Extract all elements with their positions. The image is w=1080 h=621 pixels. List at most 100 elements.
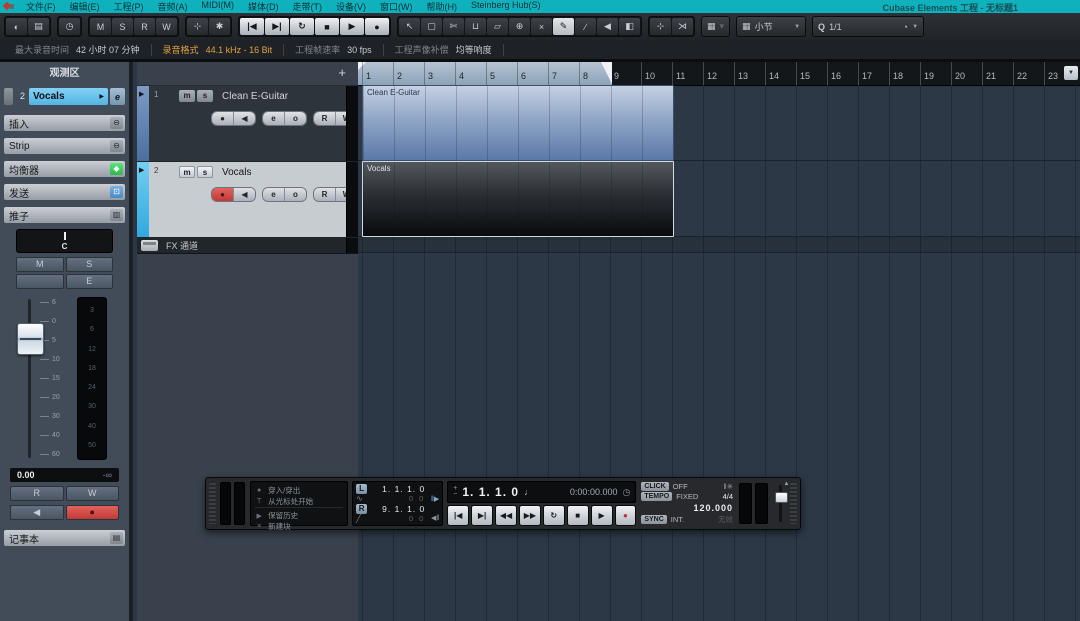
go-to-start-button[interactable]: |◀ bbox=[447, 505, 469, 526]
clock-icon[interactable]: ◷ bbox=[622, 487, 630, 498]
track-record-arm-button[interactable]: ● bbox=[212, 188, 233, 201]
track-monitor-button[interactable]: ◀ bbox=[233, 112, 255, 125]
click-chip[interactable]: CLICK bbox=[641, 482, 668, 491]
menu-item[interactable]: 媒体(D) bbox=[241, 0, 286, 13]
status-item[interactable]: 录音格式 44.1 kHz - 16 Bit bbox=[152, 44, 285, 56]
play-button[interactable]: ▶ bbox=[340, 18, 364, 35]
play-button[interactable]: ▶ bbox=[591, 505, 613, 526]
right-locator-button[interactable]: R bbox=[356, 504, 367, 514]
go-to-previous-marker-button[interactable]: |◀ bbox=[240, 18, 264, 35]
track-channel-button[interactable]: o bbox=[284, 188, 306, 201]
stop-button[interactable]: ■ bbox=[315, 18, 339, 35]
bars-beats-icon[interactable]: ♩ bbox=[524, 487, 533, 497]
menu-item[interactable]: 窗口(W) bbox=[373, 0, 420, 13]
fader-section[interactable]: 推子 ▥ bbox=[4, 207, 125, 223]
track-channel-button[interactable]: o bbox=[284, 112, 306, 125]
forward-button[interactable]: ▶▶ bbox=[519, 505, 541, 526]
automation-state-button[interactable]: M bbox=[90, 18, 111, 35]
draw-tool[interactable]: ✎ bbox=[553, 18, 574, 35]
erase-tool[interactable]: ▱ bbox=[487, 18, 508, 35]
play-tool[interactable]: ◀ bbox=[597, 18, 618, 35]
status-item[interactable]: 工程帧速率 30 fps bbox=[284, 44, 384, 56]
line-tool[interactable]: ∕ bbox=[575, 18, 596, 35]
track-row-clean-e-guitar[interactable]: ▶ 1 m s Clean E-Guitar ● ◀ e o bbox=[137, 86, 358, 162]
write-automation-button[interactable]: W bbox=[66, 486, 120, 501]
menu-item[interactable]: 帮助(H) bbox=[420, 0, 465, 13]
menu-item[interactable]: 文件(F) bbox=[19, 0, 63, 13]
left-locator-button[interactable]: L bbox=[356, 484, 367, 494]
time-signature-value[interactable]: 4/4 bbox=[723, 492, 733, 501]
add-track-button[interactable]: + bbox=[338, 65, 346, 80]
record-button[interactable]: ● bbox=[365, 18, 389, 35]
track-read-button[interactable]: R bbox=[314, 112, 335, 125]
snap-zero-crossing-button[interactable]: ⊹ bbox=[650, 18, 671, 35]
glue-tool[interactable]: ⊔ bbox=[465, 18, 486, 35]
color-tool[interactable]: ◧ bbox=[619, 18, 640, 35]
track-edit-button[interactable]: e bbox=[263, 112, 284, 125]
sends-section[interactable]: 发送 ⊡ bbox=[4, 184, 125, 200]
level-readout[interactable]: 0.00 -∞ bbox=[10, 468, 119, 482]
tempo-row[interactable]: TEMPO FIXED 4/4 bbox=[641, 492, 733, 501]
constrain-delay-compensation-button[interactable]: ◷ bbox=[59, 18, 80, 35]
transport-drag-handle[interactable] bbox=[790, 483, 797, 524]
primary-time-value[interactable]: 1. 1. 1. 0 bbox=[462, 485, 519, 499]
track-row-vocals[interactable]: ▶ 2 m s Vocals ● ◀ e o bbox=[137, 162, 358, 238]
split-tool[interactable]: ✄ bbox=[443, 18, 464, 35]
menu-item[interactable]: 音频(A) bbox=[151, 0, 195, 13]
timeline-ruler[interactable]: 1234567891011121314151617181920212223 ▼ bbox=[358, 62, 1080, 86]
monitor-button[interactable]: ◀ bbox=[10, 505, 64, 520]
record-enable-button[interactable]: ● bbox=[66, 505, 120, 520]
section-state-icon[interactable]: ⊡ bbox=[110, 186, 123, 198]
track-name-field[interactable]: Vocals ▶ bbox=[29, 88, 108, 105]
audio-event-vocals[interactable]: Vocals bbox=[362, 161, 674, 237]
section-state-icon[interactable]: ▥ bbox=[110, 209, 123, 221]
solo-button[interactable]: S bbox=[66, 257, 114, 272]
menu-item[interactable]: 编辑(E) bbox=[63, 0, 107, 13]
status-item[interactable]: 最大录音时间 42 小时 07 分钟 bbox=[4, 44, 152, 56]
pan-control[interactable]: C bbox=[16, 229, 113, 253]
strip-section[interactable]: Strip ⊖ bbox=[4, 138, 125, 154]
transport-bar[interactable]: ● 穿入/穿出 T 从光标处开始 ▶ 保留历史 ≡ 新建块 bbox=[205, 477, 801, 530]
menu-item[interactable]: 设备(V) bbox=[329, 0, 373, 13]
tempo-chip[interactable]: TEMPO bbox=[641, 492, 672, 501]
punch-out-icon[interactable]: ◀‖ bbox=[425, 514, 439, 522]
track-solo-button[interactable]: s bbox=[197, 90, 213, 102]
track-monitor-button[interactable]: ◀ bbox=[233, 188, 255, 201]
left-locator-time[interactable]: 1. 1. 1. 0 bbox=[369, 484, 425, 494]
cycle-button[interactable]: ↻ bbox=[290, 18, 314, 35]
range-selection-tool[interactable]: ▢ bbox=[421, 18, 442, 35]
autoscroll-options-button[interactable]: ✱ bbox=[209, 18, 230, 35]
cycle-button[interactable]: ↻ bbox=[543, 505, 565, 526]
transport-drag-handle[interactable] bbox=[209, 483, 216, 524]
record-mode-option[interactable]: ● 穿入/穿出 bbox=[255, 485, 343, 496]
fx-channel-folder[interactable]: FX 通道 bbox=[137, 238, 358, 254]
mute-tool[interactable]: × bbox=[531, 18, 552, 35]
activate-project-button[interactable]: ◐ bbox=[6, 18, 27, 35]
track-mute-button[interactable]: m bbox=[179, 166, 195, 178]
automation-state-button[interactable]: R bbox=[134, 18, 155, 35]
quantize-dropdown[interactable]: Q 1/1 ◔ ▼ bbox=[812, 16, 924, 37]
click-row[interactable]: CLICK OFF ‖✳ bbox=[641, 482, 733, 491]
nudge-buttons[interactable]: + − bbox=[453, 486, 457, 498]
fader-handle[interactable] bbox=[17, 323, 44, 355]
ruler-options-button[interactable]: ▼ bbox=[1064, 66, 1078, 80]
record-button[interactable]: ● bbox=[615, 505, 637, 526]
listen-button[interactable] bbox=[16, 274, 64, 289]
pre-roll-value[interactable]: 0 0 bbox=[369, 494, 425, 503]
secondary-time-value[interactable]: 0:00:00.000 bbox=[570, 487, 618, 497]
track-color-button[interactable] bbox=[4, 88, 13, 105]
go-to-end-button[interactable]: ▶| bbox=[471, 505, 493, 526]
tempo-bpm-value[interactable]: 120.000 bbox=[641, 503, 733, 513]
go-to-next-marker-button[interactable]: ▶| bbox=[265, 18, 289, 35]
section-state-icon[interactable]: ◆ bbox=[110, 163, 123, 175]
edit-button[interactable]: E bbox=[66, 274, 114, 289]
section-state-icon[interactable]: ⊖ bbox=[110, 140, 123, 152]
pre-roll-icon[interactable]: ∿ bbox=[356, 494, 369, 503]
sync-row[interactable]: SYNC INT. 无效 bbox=[641, 514, 733, 525]
rewind-button[interactable]: ◀◀ bbox=[495, 505, 517, 526]
track-read-button[interactable]: R bbox=[314, 188, 335, 201]
punch-in-icon[interactable]: ‖▶ bbox=[425, 495, 439, 503]
post-roll-value[interactable]: 0 0 bbox=[369, 514, 425, 523]
menu-item[interactable]: 工程(P) bbox=[107, 0, 151, 13]
autoscroll-button[interactable]: ⊹ bbox=[187, 18, 208, 35]
